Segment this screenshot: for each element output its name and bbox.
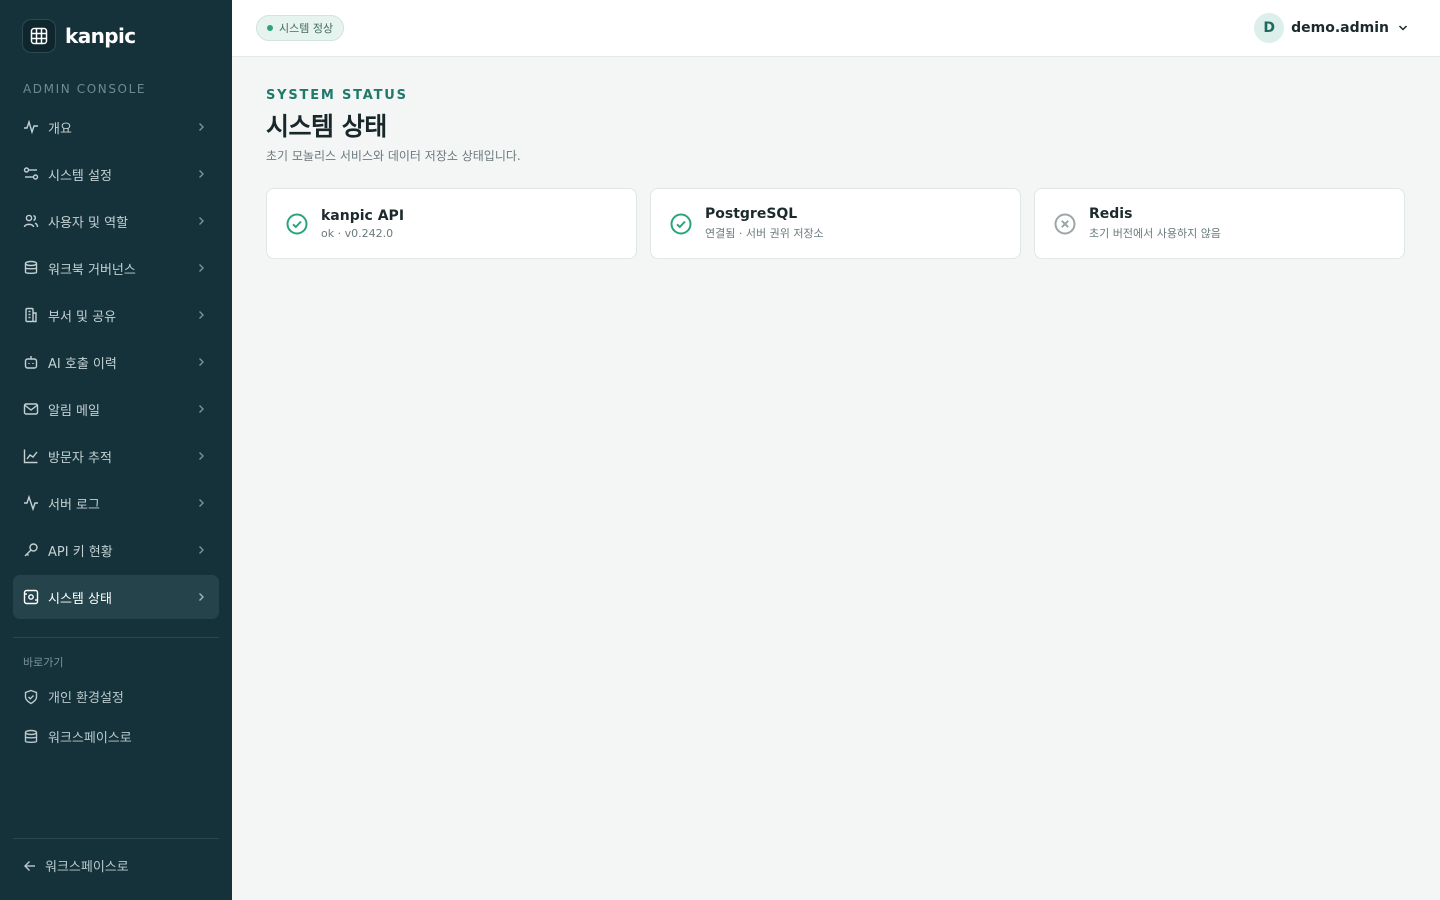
sidebar-item-visitor-tracking[interactable]: 방문자 추적 bbox=[13, 434, 219, 478]
chevron-right-icon bbox=[199, 358, 204, 366]
sidebar-item-label: 부서 및 공유 bbox=[48, 309, 117, 325]
sidebar-item-label: 워크북 거버넌스 bbox=[48, 262, 136, 278]
chart-icon bbox=[23, 448, 39, 464]
sidebar-item-label: 시스템 설정 bbox=[48, 168, 112, 184]
sidebar-item-label: 알림 메일 bbox=[48, 403, 100, 419]
chevron-right-icon bbox=[199, 170, 204, 178]
database-icon bbox=[23, 260, 39, 276]
chevron-right-icon bbox=[199, 499, 204, 507]
sidebar-item-label: 서버 로그 bbox=[48, 497, 100, 513]
service-card-postgresql: PostgreSQL 연결됨 · 서버 권위 저장소 bbox=[650, 188, 1021, 259]
service-status-cards: kanpic API ok · v0.242.0 PostgreSQL 연결됨 … bbox=[266, 188, 1406, 259]
check-circle-icon bbox=[286, 213, 308, 234]
chevron-down-icon bbox=[1398, 25, 1408, 31]
status-dot-icon bbox=[267, 25, 273, 31]
shortcuts-label: 바로가기 bbox=[23, 656, 64, 669]
sidebar-item-label: 사용자 및 역할 bbox=[48, 215, 129, 231]
sidebar-item-label: API 키 현황 bbox=[48, 544, 113, 560]
mail-icon bbox=[23, 401, 39, 417]
sidebar-item-label: 시스템 상태 bbox=[48, 591, 112, 607]
check-circle-icon bbox=[670, 213, 692, 234]
page-description: 초기 모놀리스 서비스와 데이터 저장소 상태입니다. bbox=[266, 149, 521, 163]
sidebar-item-overview[interactable]: 개요 bbox=[13, 105, 219, 149]
main-content: SYSTEM STATUS 시스템 상태 초기 모놀리스 서비스와 데이터 저장… bbox=[266, 88, 1406, 259]
pulse-icon bbox=[23, 495, 39, 511]
service-detail: 연결됨 · 서버 권위 저장소 bbox=[705, 227, 824, 240]
sidebar-item-api-keys[interactable]: API 키 현황 bbox=[13, 528, 219, 572]
x-circle-icon bbox=[1054, 213, 1076, 234]
sidebar-item-notification-mail[interactable]: 알림 메일 bbox=[13, 387, 219, 431]
chevron-right-icon bbox=[199, 546, 204, 554]
server-icon bbox=[23, 589, 39, 605]
chevron-right-icon bbox=[199, 311, 204, 319]
chevron-right-icon bbox=[199, 593, 204, 601]
sidebar-item-system-status[interactable]: 시스템 상태 bbox=[13, 575, 219, 619]
shortcut-label: 개인 환경설정 bbox=[48, 691, 124, 706]
chevron-right-icon bbox=[199, 123, 204, 131]
sidebar-item-ai-call-history[interactable]: AI 호출 이력 bbox=[13, 340, 219, 384]
service-name: Redis bbox=[1089, 206, 1133, 222]
sidebar-divider bbox=[13, 838, 219, 839]
sidebar-item-workbook-governance[interactable]: 워크북 거버넌스 bbox=[13, 246, 219, 290]
page-eyebrow: SYSTEM STATUS bbox=[266, 88, 408, 103]
sidebar-divider bbox=[13, 637, 219, 638]
sidebar-item-label: AI 호출 이력 bbox=[48, 356, 117, 372]
users-icon bbox=[23, 213, 39, 229]
grid-logo-icon bbox=[22, 19, 56, 53]
page-title: 시스템 상태 bbox=[266, 112, 387, 141]
avatar: D bbox=[1254, 13, 1285, 43]
sidebar-item-system-settings[interactable]: 시스템 설정 bbox=[13, 152, 219, 196]
service-name: kanpic API bbox=[321, 207, 405, 224]
sidebar-item-users-roles[interactable]: 사용자 및 역할 bbox=[13, 199, 219, 243]
bot-icon bbox=[23, 354, 39, 370]
chevron-right-icon bbox=[199, 452, 204, 460]
shield-icon bbox=[23, 689, 39, 705]
section-label: ADMIN CONSOLE bbox=[23, 82, 147, 96]
sidebar-item-label: 방문자 추적 bbox=[48, 450, 112, 466]
service-card-redis: Redis 초기 버전에서 사용하지 않음 bbox=[1034, 188, 1405, 259]
shortcut-personal-settings[interactable]: 개인 환경설정 bbox=[23, 687, 124, 706]
shortcut-label: 워크스페이스로 bbox=[48, 731, 132, 746]
sidebar-item-departments-sharing[interactable]: 부서 및 공유 bbox=[13, 293, 219, 337]
chevron-right-icon bbox=[199, 405, 204, 413]
database-icon bbox=[23, 729, 39, 745]
sidebar: kanpic ADMIN CONSOLE 개요 시스템 설정 사용자 및 역할 … bbox=[0, 0, 232, 900]
chevron-right-icon bbox=[199, 217, 204, 225]
topbar: 시스템 정상 D demo.admin bbox=[232, 0, 1440, 57]
user-menu[interactable]: D demo.admin bbox=[1254, 13, 1410, 43]
sidebar-nav: 개요 시스템 설정 사용자 및 역할 워크북 거버넌스 부서 및 공유 AI 호… bbox=[13, 105, 219, 622]
service-name: PostgreSQL bbox=[705, 206, 798, 222]
building-icon bbox=[23, 307, 39, 323]
brand-name: kanpic bbox=[65, 24, 136, 48]
sidebar-item-label: 개요 bbox=[48, 121, 72, 137]
back-link-label: 워크스페이스로 bbox=[45, 860, 129, 875]
brand[interactable]: kanpic bbox=[22, 19, 136, 53]
shortcut-workspace[interactable]: 워크스페이스로 bbox=[23, 727, 132, 746]
key-icon bbox=[23, 542, 39, 558]
user-name: demo.admin bbox=[1291, 20, 1389, 36]
activity-icon bbox=[23, 119, 39, 135]
sidebar-item-server-logs[interactable]: 서버 로그 bbox=[13, 481, 219, 525]
status-badge-label: 시스템 정상 bbox=[279, 22, 334, 35]
system-status-badge: 시스템 정상 bbox=[256, 15, 345, 41]
settings-icon bbox=[23, 166, 39, 182]
arrow-left-icon bbox=[23, 859, 37, 873]
service-detail: 초기 버전에서 사용하지 않음 bbox=[1089, 227, 1221, 240]
back-to-workspace-link[interactable]: 워크스페이스로 bbox=[23, 856, 129, 875]
chevron-right-icon bbox=[199, 264, 204, 272]
service-card-api: kanpic API ok · v0.242.0 bbox=[266, 188, 637, 259]
service-detail: ok · v0.242.0 bbox=[321, 226, 394, 240]
